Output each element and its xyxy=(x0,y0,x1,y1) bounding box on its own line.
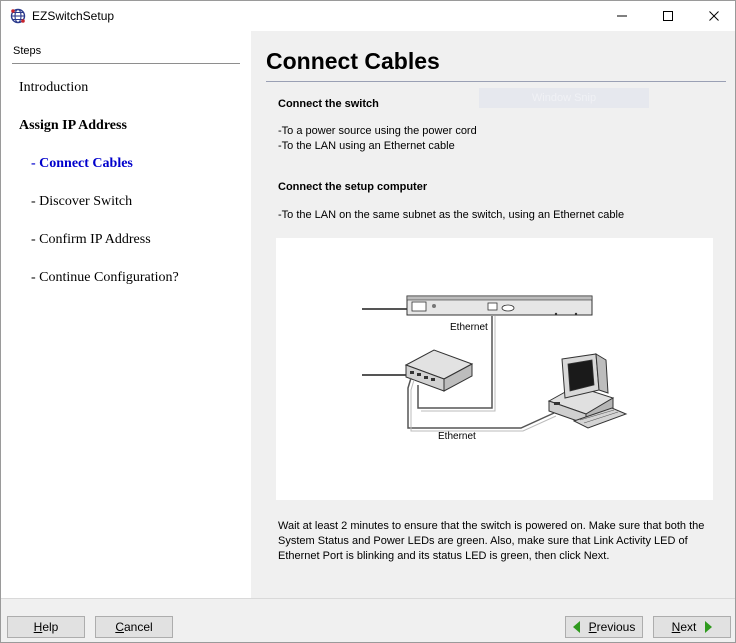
title-divider xyxy=(266,81,726,82)
content-panel: Connect Cables Window Snip Connect the s… xyxy=(253,31,735,598)
steps-divider xyxy=(12,63,240,64)
wait-text-line: Ethernet Port is blinking and its status… xyxy=(278,550,610,562)
step-assign-ip-address: Assign IP Address xyxy=(19,118,127,133)
switch-device-image xyxy=(406,295,593,316)
previous-arrow-icon xyxy=(572,621,580,633)
step-introduction: Introduction xyxy=(19,80,89,95)
section-heading-connect-switch: Connect the switch xyxy=(278,98,379,110)
connection-diagram: Ethernet Ethernet xyxy=(276,238,713,500)
page-title: Connect Cables xyxy=(266,48,440,74)
instruction-line: -To the LAN using an Ethernet cable xyxy=(278,140,455,152)
hub-device-image xyxy=(404,349,474,392)
globe-icon xyxy=(10,8,26,24)
previous-accelerator: P xyxy=(588,620,597,634)
close-icon xyxy=(709,11,719,21)
step-discover-switch: - Discover Switch xyxy=(31,194,133,209)
instruction-line: -To a power source using the power cord xyxy=(278,125,477,137)
computer-image xyxy=(547,353,628,429)
instruction-line: -To the LAN on the same subnet as the sw… xyxy=(278,209,625,221)
next-accelerator: N xyxy=(671,620,681,634)
ghost-overlay-text: Window Snip xyxy=(479,88,649,108)
help-button[interactable]: Help xyxy=(7,616,85,638)
previous-button[interactable]: Previous xyxy=(565,616,643,638)
cancel-button[interactable]: Cancel xyxy=(95,616,173,638)
wait-text-line: System Status and Power LEDs are green. … xyxy=(278,535,688,547)
cancel-accelerator: C xyxy=(115,620,124,634)
previous-label-rest: revious xyxy=(596,620,636,634)
ethernet-label-top: Ethernet xyxy=(450,322,488,333)
button-bar: Help Cancel Previous Next xyxy=(1,598,735,642)
help-accelerator: H xyxy=(33,620,43,634)
cancel-label-rest: ancel xyxy=(123,620,153,634)
section-heading-connect-computer: Connect the setup computer xyxy=(278,181,428,193)
minimize-icon xyxy=(617,15,627,17)
next-label-rest: ext xyxy=(680,620,697,634)
ethernet-label-bottom: Ethernet xyxy=(438,431,476,442)
next-button[interactable]: Next xyxy=(653,616,731,638)
steps-sidebar: Steps Introduction Assign IP Address - C… xyxy=(1,31,251,598)
close-button[interactable] xyxy=(691,1,735,31)
maximize-icon xyxy=(663,11,673,21)
maximize-button[interactable] xyxy=(645,1,691,31)
step-continue-configuration: - Continue Configuration? xyxy=(31,270,179,285)
step-connect-cables: - Connect Cables xyxy=(31,156,133,171)
wait-instructions: Wait at least 2 minutes to ensure that t… xyxy=(278,519,718,564)
cable-highlight xyxy=(410,379,557,432)
help-label-rest: elp xyxy=(42,620,59,634)
minimize-button[interactable] xyxy=(599,1,645,31)
app-window: EZSwitchSetup Steps Introduction Assign … xyxy=(0,0,736,643)
window-title: EZSwitchSetup xyxy=(32,9,115,23)
steps-label: Steps xyxy=(13,45,42,57)
step-confirm-ip-address: - Confirm IP Address xyxy=(31,232,151,247)
wait-text-line: Wait at least 2 minutes to ensure that t… xyxy=(278,520,705,532)
next-arrow-icon xyxy=(705,621,713,633)
title-bar[interactable]: EZSwitchSetup xyxy=(1,1,735,31)
